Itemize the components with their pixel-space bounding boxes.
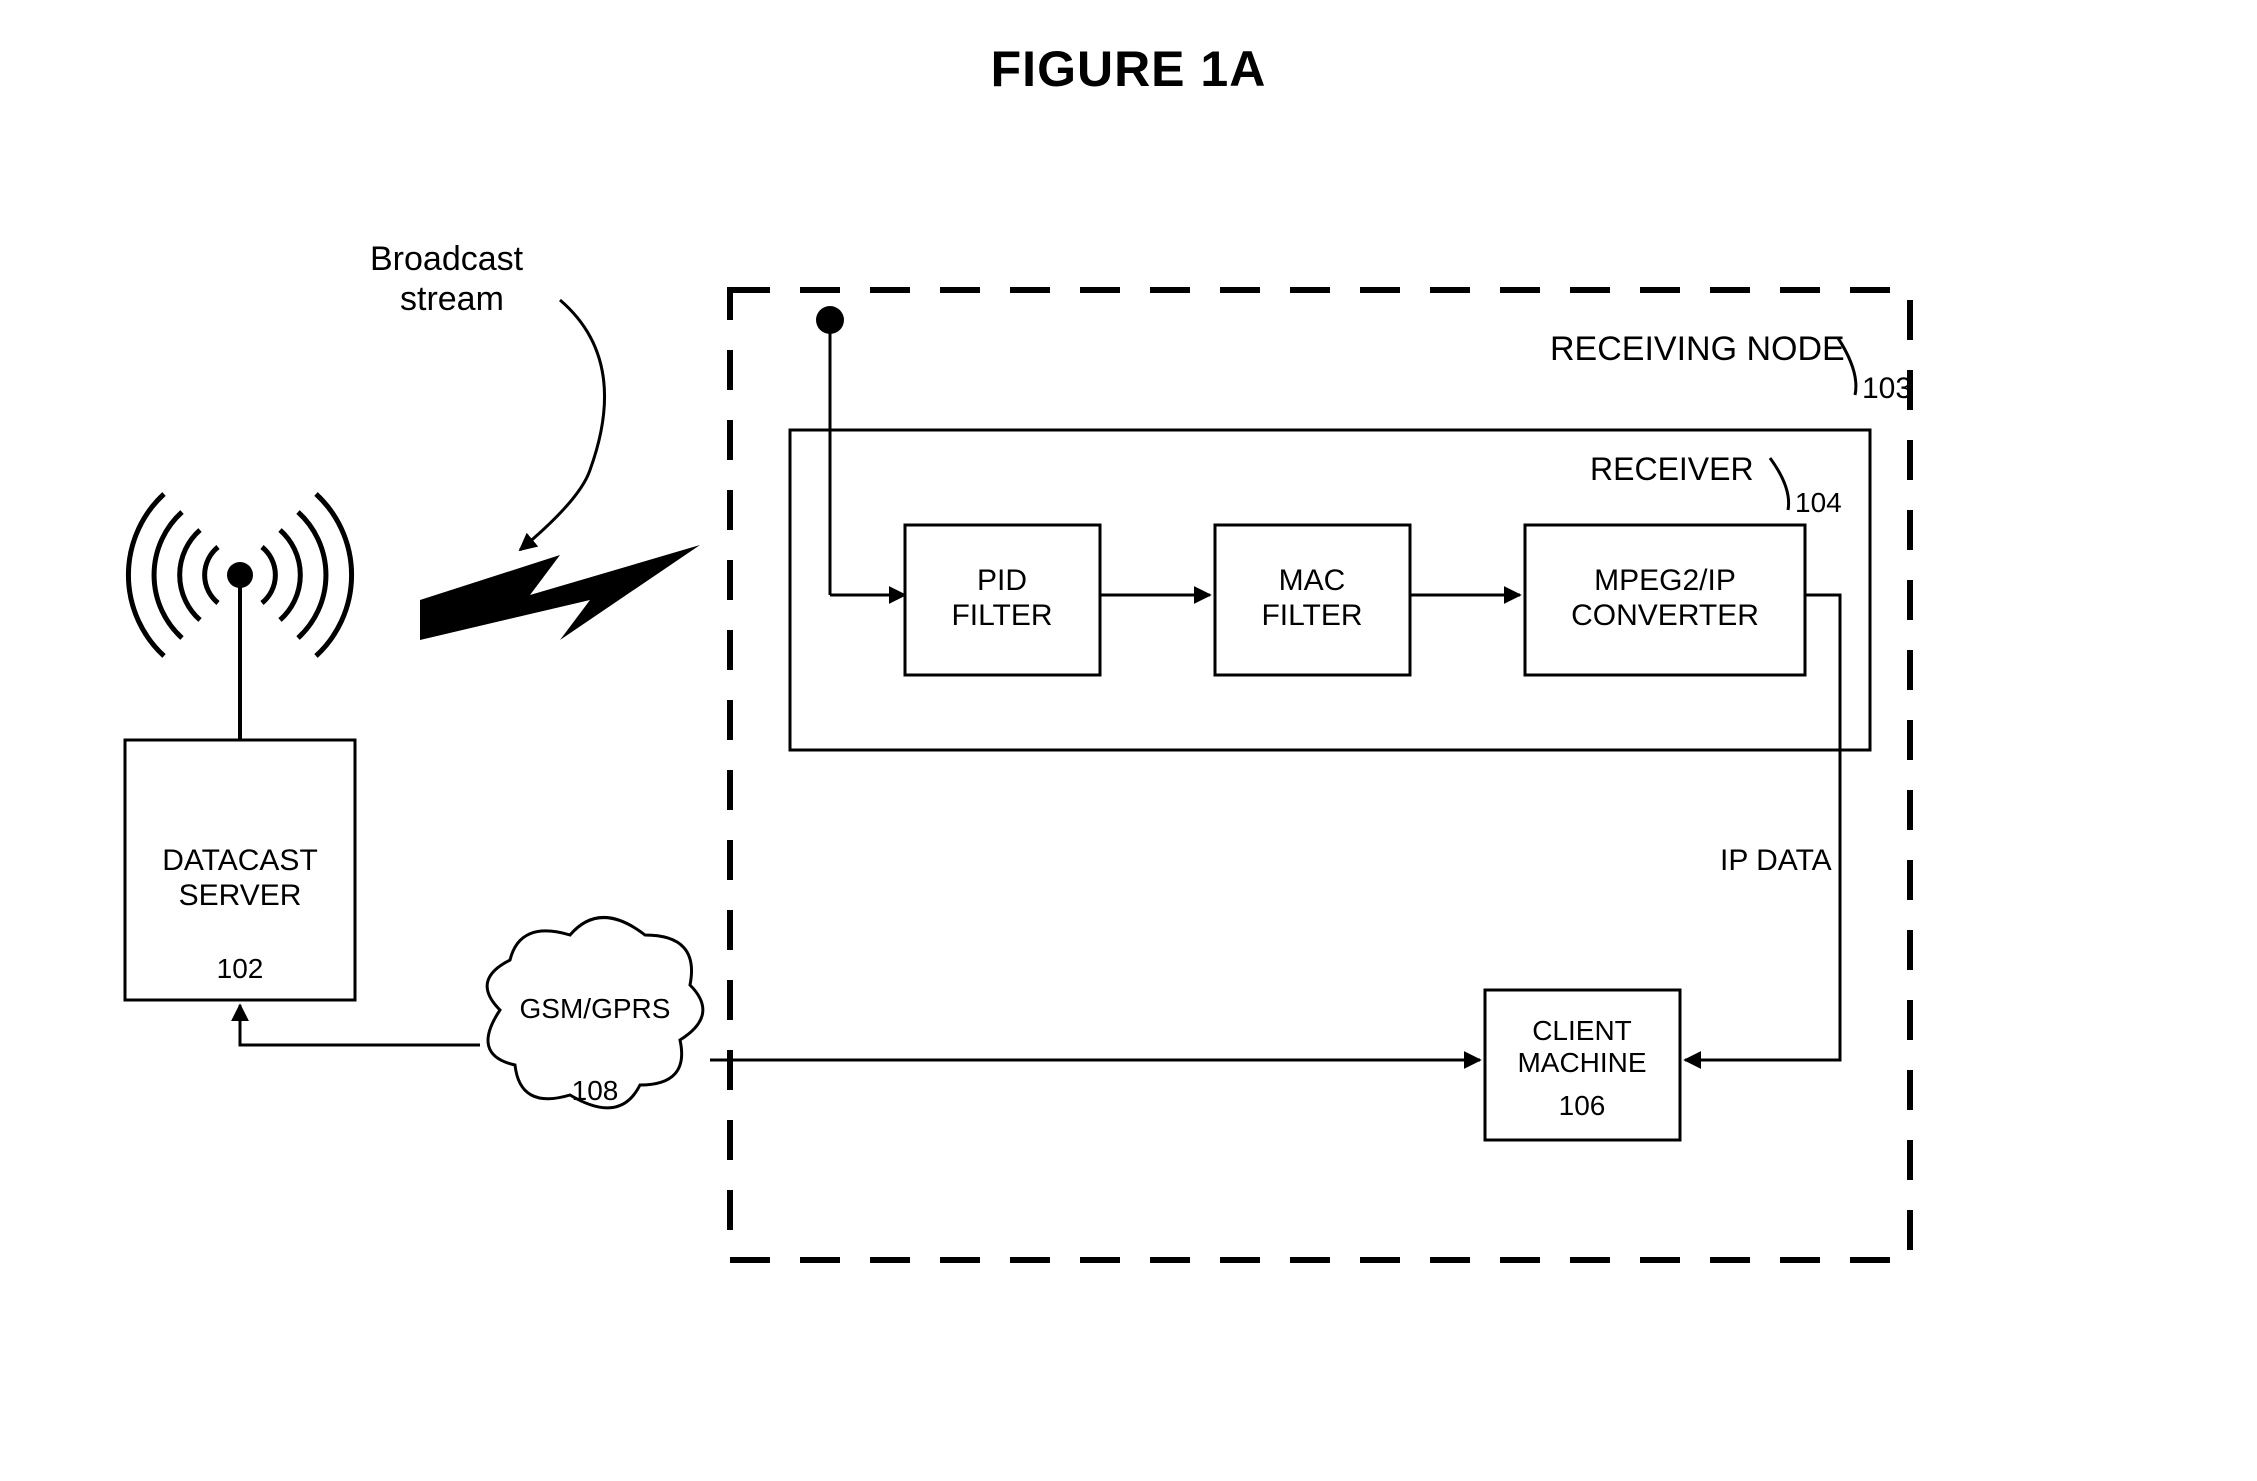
client-ref: 106 xyxy=(1559,1090,1606,1121)
pid-filter-l1: PID xyxy=(977,564,1027,597)
receiving-node-box xyxy=(730,290,1910,1260)
receiving-node-ref: 103 xyxy=(1862,372,1912,405)
mpeg-l2: CONVERTER xyxy=(1571,599,1759,632)
datacast-l1: DATACAST xyxy=(162,844,318,877)
gsm-ref: 108 xyxy=(572,1075,619,1106)
receiver-callout xyxy=(1770,458,1789,510)
broadcast-pointer xyxy=(520,300,605,550)
broadcast-l2: stream xyxy=(400,280,504,318)
datacast-ref: 102 xyxy=(217,953,264,984)
mpeg-to-client-line xyxy=(1685,595,1840,1060)
diagram-svg: RECEIVING NODE 103 RECEIVER 104 PID FILT… xyxy=(0,0,2257,1476)
gsm-label: GSM/GPRS xyxy=(520,993,671,1024)
broadcast-l1: Broadcast xyxy=(370,240,524,278)
receiver-label: RECEIVER xyxy=(1590,451,1754,487)
server-antenna-dot xyxy=(227,562,253,588)
client-l1: CLIENT xyxy=(1532,1015,1632,1046)
mac-filter-l1: MAC xyxy=(1279,564,1346,597)
figure-title: FIGURE 1A xyxy=(0,40,2257,98)
ip-data-label: IP DATA xyxy=(1720,844,1832,877)
mpeg-l1: MPEG2/IP xyxy=(1594,564,1736,597)
mac-filter-l2: FILTER xyxy=(1261,599,1362,632)
receiver-ref: 104 xyxy=(1795,487,1842,518)
pid-filter-l2: FILTER xyxy=(951,599,1052,632)
receiving-node-label: RECEIVING NODE xyxy=(1550,330,1845,368)
cloud-to-server-line xyxy=(240,1005,480,1045)
client-l2: MACHINE xyxy=(1517,1047,1646,1078)
datacast-l2: SERVER xyxy=(179,879,302,912)
lightning-bolt-icon xyxy=(420,545,700,640)
